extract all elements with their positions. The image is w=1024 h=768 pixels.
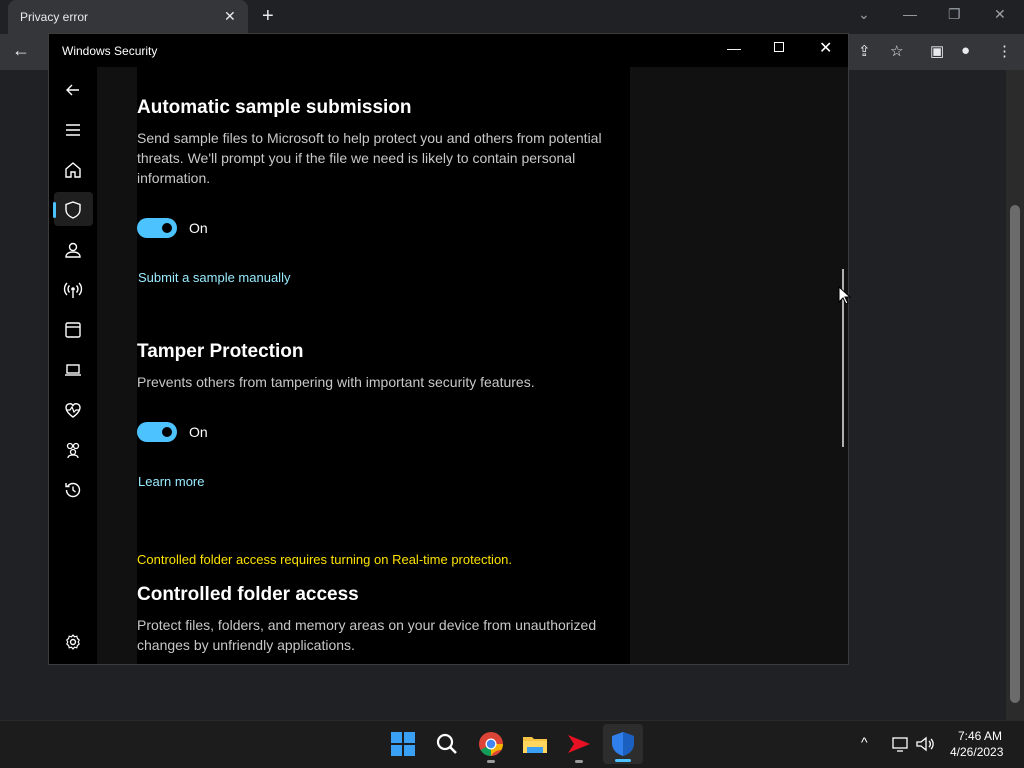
content-gutter (97, 67, 137, 664)
submit-sample-link[interactable]: Submit a sample manually (138, 270, 290, 285)
nav-selected-indicator (53, 202, 56, 218)
app-arrow-icon[interactable] (565, 730, 593, 758)
learn-more-link[interactable]: Learn more (138, 474, 204, 489)
tray-overflow-icon[interactable]: ^ (861, 734, 868, 750)
profile-icon[interactable]: ● (961, 42, 970, 59)
family-options-icon[interactable] (61, 438, 85, 462)
maximize-button[interactable] (774, 42, 784, 52)
content-right-panel (630, 67, 848, 664)
minimize-button[interactable]: — (727, 40, 741, 56)
clock-date[interactable]: 4/26/2023 (950, 745, 1003, 759)
browser-tab-search-icon[interactable]: ⌄ (858, 6, 870, 23)
home-icon[interactable] (61, 158, 85, 182)
tamper-toggle[interactable] (137, 422, 177, 442)
auto-sample-heading: Automatic sample submission (137, 97, 412, 118)
chrome-running-indicator (487, 760, 495, 763)
shield-icon[interactable] (61, 198, 85, 222)
active-app-indicator (615, 759, 631, 762)
mouse-cursor-icon (838, 286, 852, 305)
volume-icon[interactable] (915, 735, 935, 753)
auto-sample-toggle[interactable] (137, 218, 177, 238)
network-icon[interactable] (61, 278, 85, 302)
hamburger-menu-icon[interactable] (61, 118, 85, 142)
chrome-icon[interactable] (477, 730, 505, 758)
bookmark-star-icon[interactable]: ☆ (890, 42, 903, 60)
auto-sample-toggle-label: On (189, 220, 208, 236)
new-tab-button[interactable]: + (262, 5, 274, 28)
cfa-warning: Controlled folder access requires turnin… (137, 552, 513, 567)
browser-restore-icon[interactable]: ❐ (948, 6, 961, 23)
cfa-description: Protect files, folders, and memory areas… (137, 617, 597, 653)
start-windows-icon[interactable] (389, 730, 417, 758)
account-icon[interactable] (61, 238, 85, 262)
auto-sample-description: Send sample files to Microsoft to help p… (137, 130, 602, 186)
browser-tab-close-icon[interactable]: ✕ (224, 8, 236, 25)
browser-tab-title: Privacy error (20, 10, 89, 24)
window-title: Windows Security (62, 44, 158, 58)
close-button[interactable]: ✕ (819, 38, 832, 58)
browser-scrollbar-thumb[interactable] (1010, 205, 1020, 703)
app-browser-icon[interactable] (61, 318, 85, 342)
settings-gear-icon[interactable] (61, 630, 85, 654)
history-icon[interactable] (61, 478, 85, 502)
browser-minimize-icon[interactable]: — (903, 6, 917, 22)
share-icon[interactable]: ⇪ (858, 42, 871, 60)
back-arrow-icon[interactable] (61, 78, 85, 102)
taskbar (0, 720, 1024, 768)
browser-back-icon[interactable]: ← (12, 40, 30, 61)
search-icon[interactable] (433, 730, 461, 758)
toggle-knob (162, 427, 172, 437)
clock-time[interactable]: 7:46 AM (958, 729, 1002, 743)
browser-menu-icon[interactable]: ⋮ (997, 42, 1012, 60)
app-running-indicator (575, 760, 583, 763)
file-explorer-icon[interactable] (521, 730, 549, 758)
windows-security-window: Windows Security — ✕ Automatic sample su… (48, 33, 849, 665)
windows-security-shield-icon[interactable] (609, 730, 637, 758)
side-panel-icon[interactable]: ▣ (930, 42, 944, 60)
browser-close-icon[interactable]: ✕ (994, 6, 1006, 23)
cfa-heading: Controlled folder access (137, 584, 359, 605)
tamper-description: Prevents others from tampering with impo… (137, 374, 535, 390)
main-content: Automatic sample submission Send sample … (137, 67, 630, 664)
device-health-icon[interactable] (61, 398, 85, 422)
network-status-icon[interactable] (891, 735, 909, 753)
tamper-toggle-label: On (189, 424, 208, 440)
toggle-knob (162, 223, 172, 233)
tamper-heading: Tamper Protection (137, 341, 304, 362)
device-security-icon[interactable] (61, 358, 85, 382)
